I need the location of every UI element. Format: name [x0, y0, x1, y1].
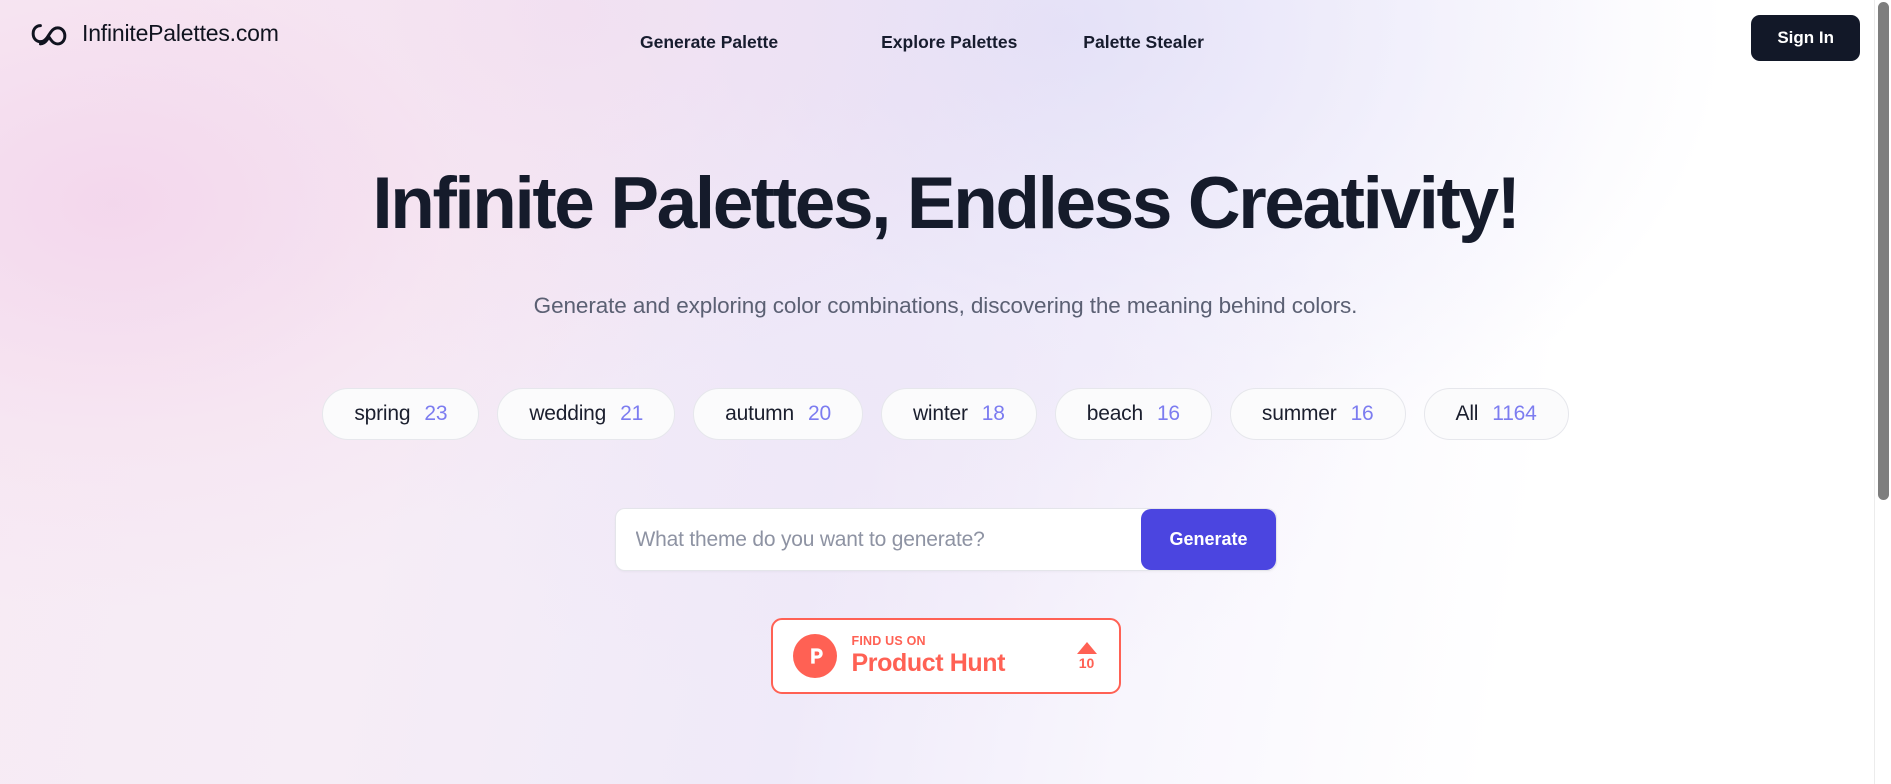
tag-count: 16 — [1156, 402, 1180, 425]
tag-count: 16 — [1350, 402, 1374, 425]
nav-item-palette-stealer[interactable]: Palette Stealer — [1083, 26, 1204, 59]
tag-count: 18 — [981, 402, 1005, 425]
scrollbar-thumb[interactable] — [1878, 2, 1889, 500]
main-nav: Generate Palette Explore Palettes Palett… — [640, 26, 1204, 59]
brand-logo-link[interactable]: InfinitePalettes.com — [28, 20, 279, 47]
theme-search-input[interactable] — [615, 509, 1142, 570]
tag-label: beach — [1086, 402, 1143, 425]
tag-label: winter — [912, 402, 968, 425]
tag-label: All — [1455, 402, 1479, 425]
product-hunt-text: FIND US ON Product Hunt — [852, 634, 1062, 678]
brand-name: InfinitePalettes.com — [82, 20, 279, 46]
site-header: InfinitePalettes.com Generate Palette Ex… — [0, 0, 1891, 85]
tag-count: 1164 — [1492, 402, 1537, 425]
tag-pill-spring[interactable]: spring 23 — [322, 388, 480, 440]
page-root: InfinitePalettes.com Generate Palette Ex… — [0, 0, 1891, 784]
tag-count: 23 — [424, 402, 448, 425]
generate-search-group: Generate — [614, 508, 1277, 571]
tag-count: 20 — [807, 402, 831, 425]
tag-label: spring — [354, 402, 411, 425]
page-scrollbar[interactable] — [1874, 0, 1891, 784]
tag-label: summer — [1261, 402, 1337, 425]
tag-filter-row: spring 23 wedding 21 autumn 20 winter 18… — [0, 388, 1891, 440]
caret-up-icon — [1076, 641, 1097, 654]
tag-label: autumn — [725, 402, 794, 425]
sign-in-button[interactable]: Sign In — [1751, 15, 1860, 61]
nav-item-explore-palettes[interactable]: Explore Palettes — [881, 26, 1017, 59]
tag-count: 21 — [620, 402, 644, 425]
tag-label: wedding — [529, 402, 607, 425]
product-hunt-badge[interactable]: FIND US ON Product Hunt 10 — [770, 618, 1121, 694]
infinity-icon — [28, 21, 70, 47]
product-hunt-p-icon — [792, 634, 837, 678]
tag-pill-all[interactable]: All 1164 — [1423, 388, 1569, 440]
product-hunt-kicker: FIND US ON — [851, 634, 926, 648]
tag-pill-wedding[interactable]: wedding 21 — [497, 388, 676, 440]
product-hunt-name: Product Hunt — [851, 649, 1006, 677]
product-hunt-upvote-count: 10 — [1078, 654, 1095, 671]
tag-pill-autumn[interactable]: autumn 20 — [693, 388, 863, 440]
generate-button[interactable]: Generate — [1141, 509, 1276, 570]
nav-item-generate-palette[interactable]: Generate Palette — [640, 26, 778, 59]
product-hunt-row: FIND US ON Product Hunt 10 — [0, 618, 1891, 694]
tag-pill-beach[interactable]: beach 16 — [1054, 388, 1212, 440]
page-title: Infinite Palettes, Endless Creativity! — [372, 163, 1521, 244]
page-subtitle: Generate and exploring color combination… — [533, 293, 1358, 318]
tag-pill-winter[interactable]: winter 18 — [880, 388, 1037, 440]
tag-pill-summer[interactable]: summer 16 — [1229, 388, 1406, 440]
generate-search-row: Generate — [0, 508, 1891, 571]
product-hunt-upvotes: 10 — [1076, 641, 1099, 671]
